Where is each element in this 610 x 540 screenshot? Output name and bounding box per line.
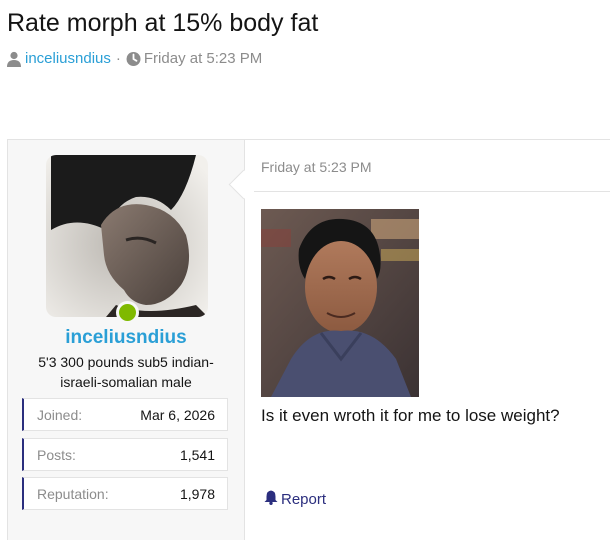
username-link[interactable]: inceliusndius [8,327,244,349]
thread-meta: inceliusndius · Friday at 5:23 PM [7,50,262,67]
page-title: Rate morph at 15% body fat [7,9,319,37]
clock-icon [126,51,141,67]
user-panel: inceliusndius 5'3 300 pounds sub5 indian… [8,140,259,540]
user-title: 5'3 300 pounds sub5 indian-israeli-somal… [38,354,214,390]
stat-label: Posts: [37,446,76,463]
report-button[interactable]: Report [264,490,326,509]
stat-value: 1,978 [179,485,215,502]
stat-value: Mar 6, 2026 [140,406,215,423]
post-image[interactable] [261,209,419,397]
divider [254,191,610,192]
stat-label: Joined: [37,406,83,423]
thread-date-link[interactable]: Friday at 5:23 PM [144,50,262,67]
user-icon [7,51,21,67]
post: inceliusndius 5'3 300 pounds sub5 indian… [7,139,610,540]
avatar-wrapper [46,155,208,324]
report-label: Report [281,491,327,508]
stat-reputation: Reputation: 1,978 [22,477,228,510]
post-body: Is it even wroth it for me to lose weigh… [261,406,560,425]
stat-value: 1,541 [179,446,215,463]
online-indicator [116,301,139,324]
avatar[interactable] [46,155,208,317]
stat-posts: Posts: 1,541 [22,438,228,471]
post-date-link[interactable]: Friday at 5:23 PM [261,159,372,175]
thread-author-link[interactable]: inceliusndius [25,50,111,67]
meta-separator: · [115,50,121,67]
stat-label: Reputation: [37,485,109,502]
stat-joined: Joined: Mar 6, 2026 [22,398,228,431]
bell-icon [264,490,281,509]
post-main: Friday at 5:23 PM Is it even wroth it fo… [245,140,610,540]
